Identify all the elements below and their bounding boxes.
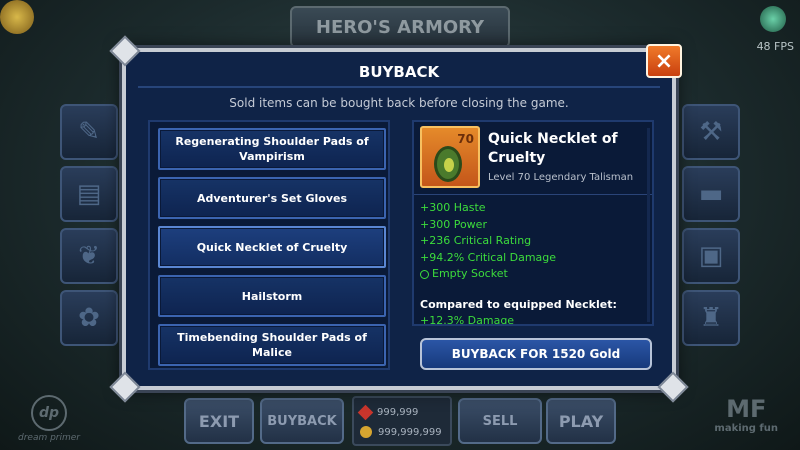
play-button[interactable]: PLAY bbox=[546, 398, 616, 444]
stat-line: +300 Power bbox=[420, 217, 487, 231]
making-fun-logo: MF making fun bbox=[714, 395, 778, 434]
slot-feather-icon[interactable]: ✎ bbox=[60, 104, 118, 160]
item-stats: +300 Haste +300 Power +236 Critical Rati… bbox=[420, 200, 556, 283]
list-item-selected[interactable]: Quick Necklet of Cruelty bbox=[158, 226, 386, 268]
armory-header: HERO'S ARMORY bbox=[290, 6, 510, 48]
item-level-badge: 70 bbox=[457, 132, 474, 146]
sell-button[interactable]: SELL bbox=[458, 398, 542, 444]
item-detail-panel[interactable]: 70 Quick Necklet of Cruelty Level 70 Leg… bbox=[412, 120, 654, 326]
socket-row: Empty Socket bbox=[420, 266, 556, 283]
compare-label: Compared to equipped Necklet: bbox=[420, 298, 617, 311]
buyback-tab-button[interactable]: BUYBACK bbox=[260, 398, 344, 444]
orb-icon bbox=[760, 6, 786, 32]
buyback-confirm-button[interactable]: BUYBACK FOR 1520 Gold bbox=[420, 338, 652, 370]
exit-button[interactable]: EXIT bbox=[184, 398, 254, 444]
stat-line: +94.2% Critical Damage bbox=[420, 250, 557, 264]
close-icon: × bbox=[654, 48, 674, 74]
list-item[interactable]: Timebending Shoulder Pads of Malice bbox=[158, 324, 386, 366]
gold-icon bbox=[360, 426, 372, 438]
list-item[interactable]: Hailstorm bbox=[158, 275, 386, 317]
list-item[interactable]: Regenerating Shoulder Pads of Vampirism bbox=[158, 128, 386, 170]
mf-mark: MF bbox=[726, 395, 767, 423]
stat-line: +236 Critical Rating bbox=[420, 234, 532, 247]
stat-line: +300 Haste bbox=[420, 201, 486, 214]
slot-leaf-icon[interactable]: ❦ bbox=[60, 228, 118, 284]
slot-tools-icon[interactable]: ⚒ bbox=[682, 104, 740, 160]
dream-primer-logo: dp dream primer bbox=[18, 395, 80, 443]
socket-label: Empty Socket bbox=[432, 267, 508, 280]
list-item[interactable]: Adventurer's Set Gloves bbox=[158, 177, 386, 219]
slot-helmet-icon[interactable]: ♜ bbox=[682, 290, 740, 346]
close-button[interactable]: × bbox=[646, 44, 682, 78]
item-subtitle: Level 70 Legendary Talisman bbox=[488, 172, 634, 183]
item-name: Quick Necklet of Cruelty bbox=[488, 131, 618, 166]
dp-mark: dp bbox=[31, 395, 67, 431]
scrollbar[interactable] bbox=[647, 128, 650, 322]
slot-anvil-icon[interactable]: ▬ bbox=[682, 166, 740, 222]
gold-coin-icon bbox=[0, 0, 34, 34]
sold-items-list: Regenerating Shoulder Pads of Vampirism … bbox=[148, 120, 390, 370]
slot-chest-icon[interactable]: ▣ bbox=[682, 228, 740, 284]
compare-stat: +12.3% Damage bbox=[420, 314, 515, 326]
modal-subtitle: Sold items can be bought back before clo… bbox=[229, 96, 569, 110]
buyback-modal: BUYBACK × Sold items can be bought back … bbox=[109, 35, 689, 403]
currency-display: 999,999 999,999,999 bbox=[352, 396, 452, 446]
slot-book-icon[interactable]: ▤ bbox=[60, 166, 118, 222]
fps-counter: 48 FPS bbox=[756, 40, 794, 53]
slot-flower-icon[interactable]: ✿ bbox=[60, 290, 118, 346]
necklace-icon: 70 bbox=[420, 126, 480, 188]
socket-icon bbox=[420, 269, 429, 279]
modal-title: BUYBACK bbox=[138, 58, 660, 88]
divider bbox=[414, 194, 652, 195]
gem-icon bbox=[357, 404, 374, 420]
